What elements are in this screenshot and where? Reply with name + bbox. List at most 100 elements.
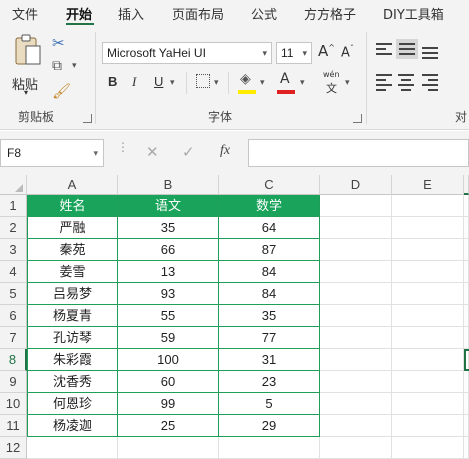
empty-cell[interactable] <box>392 415 464 437</box>
table-header-cell[interactable]: 数学 <box>219 195 320 217</box>
empty-cell[interactable] <box>392 283 464 305</box>
align-center-icon[interactable] <box>398 74 414 91</box>
align-top-icon[interactable] <box>376 42 392 56</box>
name-box[interactable]: F8 ▾ <box>0 139 104 167</box>
empty-cell[interactable] <box>464 239 469 261</box>
table-cell[interactable]: 93 <box>118 283 219 305</box>
chevron-down-icon[interactable]: ▾ <box>72 61 77 71</box>
empty-cell[interactable] <box>320 283 392 305</box>
tab-page-layout[interactable]: 页面布局 <box>172 4 224 23</box>
tab-insert[interactable]: 插入 <box>118 4 144 23</box>
row-header[interactable]: 1 <box>0 195 27 217</box>
font-name-select[interactable]: Microsoft YaHei UI ▾ <box>102 42 272 64</box>
empty-cell[interactable] <box>392 349 464 371</box>
table-cell[interactable]: 84 <box>219 283 320 305</box>
tab-file[interactable]: 文件 <box>12 4 38 23</box>
empty-cell[interactable] <box>320 349 392 371</box>
table-cell[interactable]: 100 <box>118 349 219 371</box>
table-cell[interactable]: 沈香秀 <box>27 371 118 393</box>
copy-icon[interactable]: ⧉ <box>52 58 62 74</box>
row-header[interactable]: 6 <box>0 305 27 327</box>
paste-button[interactable]: 粘贴 ▾ <box>10 34 46 97</box>
tab-fangfange[interactable]: 方方格子 <box>304 4 356 23</box>
chevron-down-icon[interactable]: ▾ <box>300 78 305 88</box>
table-cell[interactable]: 59 <box>118 327 219 349</box>
table-cell[interactable]: 孔访琴 <box>27 327 118 349</box>
empty-cell[interactable] <box>464 261 469 283</box>
font-launcher-icon[interactable] <box>353 114 362 123</box>
row-header[interactable]: 10 <box>0 393 27 415</box>
table-cell[interactable]: 64 <box>219 217 320 239</box>
row-header[interactable]: 5 <box>0 283 27 305</box>
empty-cell[interactable] <box>320 415 392 437</box>
selected-cell-f8[interactable] <box>464 349 469 371</box>
table-cell[interactable]: 29 <box>219 415 320 437</box>
empty-cell[interactable] <box>392 371 464 393</box>
table-cell[interactable]: 秦苑 <box>27 239 118 261</box>
empty-cell[interactable] <box>392 261 464 283</box>
cut-icon[interactable]: ✂ <box>52 34 65 52</box>
bold-button[interactable]: B <box>108 74 117 89</box>
table-cell[interactable]: 84 <box>219 261 320 283</box>
font-size-select[interactable]: 11 ▾ <box>276 42 312 64</box>
empty-cell[interactable] <box>320 393 392 415</box>
italic-button[interactable]: I <box>132 74 136 90</box>
underline-button[interactable]: U <box>154 74 163 89</box>
empty-cell[interactable] <box>464 283 469 305</box>
table-cell[interactable]: 66 <box>118 239 219 261</box>
chevron-down-icon[interactable]: ▾ <box>24 88 28 97</box>
table-cell[interactable]: 严融 <box>27 217 118 239</box>
table-cell[interactable]: 23 <box>219 371 320 393</box>
column-header[interactable]: C <box>219 175 320 195</box>
table-cell[interactable]: 35 <box>118 217 219 239</box>
empty-cell[interactable] <box>392 195 464 217</box>
formula-input[interactable] <box>248 139 469 167</box>
table-cell[interactable]: 31 <box>219 349 320 371</box>
row-header[interactable]: 9 <box>0 371 27 393</box>
table-cell[interactable]: 99 <box>118 393 219 415</box>
align-middle-icon[interactable] <box>396 39 418 59</box>
align-bottom-icon[interactable] <box>422 44 438 59</box>
table-cell[interactable]: 13 <box>118 261 219 283</box>
empty-cell[interactable] <box>320 239 392 261</box>
chevron-down-icon[interactable]: ▾ <box>345 78 350 88</box>
empty-cell[interactable] <box>464 305 469 327</box>
column-header[interactable]: E <box>392 175 464 195</box>
table-cell[interactable]: 杨凌迦 <box>27 415 118 437</box>
format-painter-icon[interactable]: 🖌 <box>52 82 71 100</box>
table-cell[interactable]: 何恩珍 <box>27 393 118 415</box>
tab-home[interactable]: 开始 <box>66 4 92 23</box>
empty-cell[interactable] <box>118 437 219 459</box>
row-header[interactable]: 8 <box>0 349 27 371</box>
border-icon[interactable] <box>196 74 210 88</box>
table-header-cell[interactable]: 姓名 <box>27 195 118 217</box>
align-left-icon[interactable] <box>376 74 392 91</box>
table-cell[interactable]: 60 <box>118 371 219 393</box>
align-right-icon[interactable] <box>422 74 438 91</box>
empty-cell[interactable] <box>320 327 392 349</box>
tab-formulas[interactable]: 公式 <box>251 4 277 23</box>
row-header[interactable]: 4 <box>0 261 27 283</box>
table-header-cell[interactable]: 语文 <box>118 195 219 217</box>
row-header[interactable]: 3 <box>0 239 27 261</box>
table-cell[interactable]: 25 <box>118 415 219 437</box>
worksheet-grid[interactable]: A B C D E 1 姓名 语文 数学 2 严融 35 64 3 秦苑 66 87 4 姜雪 13 84 5 吕… <box>0 175 469 459</box>
empty-cell[interactable] <box>464 415 469 437</box>
table-cell[interactable]: 87 <box>219 239 320 261</box>
column-header[interactable]: A <box>27 175 118 195</box>
empty-cell[interactable] <box>392 305 464 327</box>
empty-cell[interactable] <box>392 437 464 459</box>
chevron-down-icon[interactable]: ▾ <box>170 78 175 88</box>
table-cell[interactable]: 5 <box>219 393 320 415</box>
empty-cell[interactable] <box>219 437 320 459</box>
table-cell[interactable]: 杨夏青 <box>27 305 118 327</box>
table-cell[interactable]: 55 <box>118 305 219 327</box>
empty-cell[interactable] <box>392 239 464 261</box>
cancel-icon[interactable]: ✕ <box>146 143 159 161</box>
column-header[interactable]: D <box>320 175 392 195</box>
grow-font-button[interactable]: A^ <box>318 42 335 60</box>
phonetic-button[interactable]: wén <box>323 70 340 79</box>
table-cell[interactable]: 35 <box>219 305 320 327</box>
fill-color-icon[interactable]: ◈ <box>240 71 251 87</box>
table-cell[interactable]: 吕易梦 <box>27 283 118 305</box>
